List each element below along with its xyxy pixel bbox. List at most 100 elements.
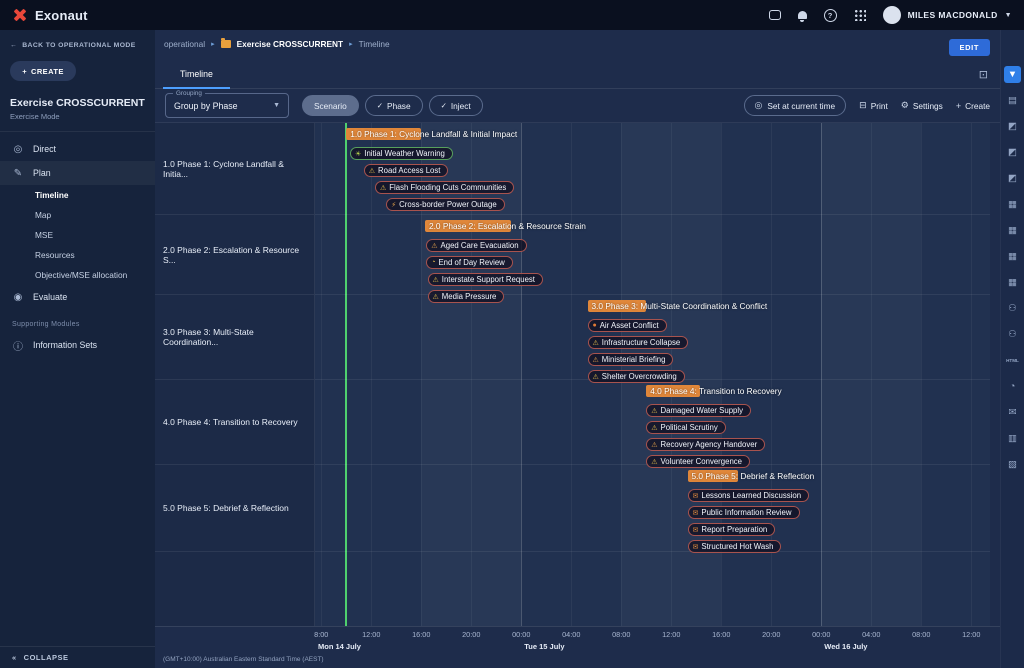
settings-label: Settings (913, 101, 943, 111)
chat-icon[interactable] (769, 10, 781, 20)
users-icon[interactable]: ⚇ (1004, 300, 1021, 317)
inject-pill[interactable]: ⚠Recovery Agency Handover (646, 438, 765, 451)
collapse-button[interactable]: « COLLAPSE (0, 646, 155, 668)
gantt-chart[interactable]: 1.0 Phase 1: Cyclone Landfall & Initial … (315, 123, 990, 626)
document-icon[interactable]: ▤ (1004, 92, 1021, 109)
filter-pill-phase[interactable]: ✓Phase (365, 95, 423, 116)
help-icon[interactable]: ? (824, 9, 837, 22)
phase-bar[interactable]: 1.0 Phase 1: Cyclone Landfall & Initial … (346, 128, 421, 140)
inject-pill[interactable]: ✉Structured Hot Wash (688, 540, 782, 553)
evaluate-icon: ◉ (12, 292, 24, 303)
inject-pill[interactable]: ⚠Road Access Lost (364, 164, 449, 177)
sidebar-item-mse[interactable]: MSE (0, 225, 155, 245)
inject-label: Damaged Water Supply (661, 406, 743, 415)
sidebar-item-timeline[interactable]: Timeline (0, 185, 155, 205)
warning-icon: ⚠ (433, 276, 439, 284)
inject-pill[interactable]: ✉Public Information Review (688, 506, 800, 519)
breadcrumb-operational[interactable]: operational (164, 39, 205, 49)
image-icon[interactable]: ◩ (1004, 170, 1021, 187)
html-icon[interactable]: HTML (1004, 352, 1021, 369)
sidebar-item-direct[interactable]: ◎Direct (0, 137, 155, 161)
inject-pill[interactable]: ⚠Aged Care Evacuation (426, 239, 526, 252)
toolbar-create-label: Create (965, 101, 990, 111)
warning-icon: ⚠ (369, 167, 375, 175)
sidebar-item-label: Timeline (35, 190, 69, 200)
set-time-label: Set at current time (767, 101, 835, 111)
chart-icon[interactable]: ▥ (1004, 430, 1021, 447)
breadcrumb-exercise[interactable]: Exercise CROSSCURRENT (237, 39, 344, 49)
inject-pill[interactable]: ✉Report Preparation (688, 523, 776, 536)
image-icon[interactable]: ◩ (1004, 118, 1021, 135)
bell-icon[interactable]: ◔ (1004, 378, 1021, 395)
book-icon[interactable]: ▧ (1004, 456, 1021, 473)
image-icon[interactable]: ◩ (1004, 144, 1021, 161)
inject-label: Report Preparation (701, 525, 767, 534)
card-icon[interactable]: ▦ (1004, 274, 1021, 291)
settings-button[interactable]: ⚙ Settings (901, 100, 943, 111)
sidebar-item-label: Direct (33, 144, 56, 154)
mail-icon: ✉ (693, 543, 699, 551)
toolbar-right: ◎ Set at current time ⊟ Print ⚙ Settings… (744, 95, 991, 116)
set-at-current-time-button[interactable]: ◎ Set at current time (744, 95, 847, 116)
inject-pill[interactable]: ⚠Infrastructure Collapse (588, 336, 689, 349)
print-button[interactable]: ⊟ Print (859, 100, 888, 111)
create-inject-button[interactable]: + Create (956, 101, 990, 111)
date-label: Wed 16 July (824, 642, 867, 651)
card-icon[interactable]: ▦ (1004, 196, 1021, 213)
filter-pill-scenario[interactable]: Scenario (302, 95, 359, 116)
phase-bar-label: 2.0 Phase 2: Escalation & Resource Strai… (429, 220, 586, 232)
time-tick-label: 04:00 (562, 630, 580, 639)
sidebar-item-resources[interactable]: Resources (0, 245, 155, 265)
inject-pill[interactable]: ⚡Cross-border Power Outage (386, 198, 504, 211)
phase-bar-label: 3.0 Phase 3: Multi-State Coordination & … (592, 300, 768, 312)
users-icon[interactable]: ⚇ (1004, 326, 1021, 343)
left-sidebar: ← BACK TO OPERATIONAL MODE + CREATE Exer… (0, 30, 155, 668)
create-button[interactable]: + CREATE (10, 61, 76, 81)
info-icon: ⓘ (12, 338, 24, 353)
right-rail: ▼ ▤ ◩ ◩ ◩ ▦ ▦ ▦ ▦ ⚇ ⚇ HTML ◔ ✉ ▥ ▧ (1000, 30, 1024, 668)
apps-grid-icon[interactable] (854, 9, 866, 21)
sidebar-item-plan[interactable]: ✎Plan (0, 161, 155, 185)
phase-bar[interactable]: 3.0 Phase 3: Multi-State Coordination & … (588, 300, 647, 312)
phase-bar[interactable]: 2.0 Phase 2: Escalation & Resource Strai… (425, 220, 511, 232)
grouping-select[interactable]: Grouping Group by Phase ▼ (165, 93, 289, 118)
filter-pill-label: Phase (387, 101, 411, 111)
notifications-bell-icon[interactable] (798, 11, 807, 19)
inject-pill[interactable]: ⚠ Damaged Water Supply (646, 404, 751, 417)
user-menu[interactable]: MILES MACDONALD ▼ (883, 6, 1012, 24)
time-tick-label: 20:00 (762, 630, 780, 639)
inject-pill[interactable]: ⚠Ministerial Briefing (588, 353, 674, 366)
back-to-operational-mode-link[interactable]: ← BACK TO OPERATIONAL MODE (0, 30, 155, 53)
filter-pill-inject[interactable]: ✓Inject (429, 95, 483, 116)
filter-pill-label: Inject (451, 101, 471, 111)
warning-icon: ⚠ (651, 407, 657, 415)
inject-pill[interactable]: ●Air Asset Conflict (588, 319, 667, 332)
inject-label: Infrastructure Collapse (602, 338, 680, 347)
card-icon[interactable]: ▦ (1004, 222, 1021, 239)
date-label: Mon 14 July (318, 642, 361, 651)
tab-timeline[interactable]: Timeline (163, 61, 230, 89)
filter-icon[interactable]: ▼ (1004, 66, 1021, 83)
breadcrumb: operational ▸ Exercise CROSSCURRENT ▸ Ti… (164, 39, 390, 49)
breadcrumb-timeline[interactable]: Timeline (359, 39, 390, 49)
fullscreen-icon[interactable]: ⊡ (979, 68, 988, 81)
sidebar-item-map[interactable]: Map (0, 205, 155, 225)
inject-pill[interactable]: ☀Initial Weather Warning (350, 147, 453, 160)
filter-pills: Scenario ✓Phase ✓Inject (302, 95, 483, 116)
phase-bar[interactable]: 4.0 Phase 4: Transition to Recovery (646, 385, 700, 397)
inject-pill[interactable]: ⚠Political Scrutiny (646, 421, 725, 434)
sidebar-item-objective-mse-allocation[interactable]: Objective/MSE allocation (0, 265, 155, 285)
inject-pill[interactable]: ✉Lessons Learned Discussion (688, 489, 810, 502)
sidebar-item-evaluate[interactable]: ◉Evaluate (0, 285, 155, 309)
card-icon[interactable]: ▦ (1004, 248, 1021, 265)
inject-pill[interactable]: ⚠Interstate Support Request (428, 273, 543, 286)
power-icon: ⚡ (391, 201, 396, 209)
time-tick-label: 8:00 (314, 630, 328, 639)
edit-button[interactable]: EDIT (949, 39, 990, 56)
phase-bar[interactable]: 5.0 Phase 5: Debrief & Reflection (688, 470, 738, 482)
inject-pill[interactable]: ⚠Flash Flooding Cuts Communities (375, 181, 514, 194)
sidebar-item-information-sets[interactable]: ⓘInformation Sets (0, 333, 155, 357)
inject-pill[interactable]: ◔End of Day Review (426, 256, 513, 269)
mail-icon[interactable]: ✉ (1004, 404, 1021, 421)
phase-row-label: 2.0 Phase 2: Escalation & Resource S... (155, 215, 314, 295)
